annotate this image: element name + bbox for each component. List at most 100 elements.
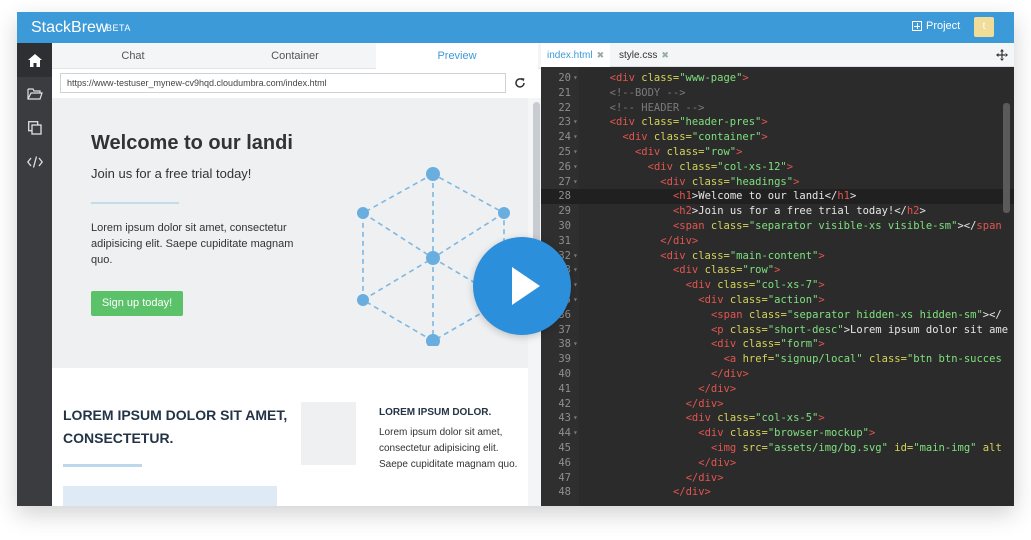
code-text: <div class="header-pres"> <box>609 116 768 129</box>
code-line[interactable]: 47 </div> <box>541 471 1014 486</box>
line-number: 25 <box>558 146 571 158</box>
files-button[interactable] <box>17 77 52 111</box>
hero-section: Welcome to our landi Join us for a free … <box>52 98 528 368</box>
code-line[interactable]: 36 <span class="separator hidden-xs hidde… <box>541 308 1014 323</box>
fold-icon[interactable]: ▾ <box>573 293 578 308</box>
code-text: </div> <box>685 471 724 484</box>
fold-icon[interactable]: ▾ <box>573 175 578 190</box>
close-icon[interactable]: ✖ <box>661 50 669 60</box>
copy-button[interactable] <box>17 111 52 145</box>
code-line[interactable]: 26 ▾ <div class="col-xs-12"> <box>541 160 1014 175</box>
content-section: LOREM IPSUM DOLOR SIT AMET, CONSECTETUR.… <box>52 368 528 506</box>
tab-index-html[interactable]: index.html ✖ <box>541 43 611 67</box>
code-text: <div class="headings"> <box>660 175 800 188</box>
line-number: 22 <box>558 101 571 114</box>
line-number: 43 <box>558 412 571 425</box>
avatar[interactable]: t <box>974 17 994 37</box>
code-line[interactable]: 33▾<div class="row"> <box>541 263 1014 278</box>
code-line[interactable]: 20 ▾ <div class="www-page"> <box>541 71 1014 86</box>
code-text: <div class="action"> <box>698 294 825 306</box>
code-line[interactable]: 41 </div> <box>541 382 1014 397</box>
url-input[interactable]: https://www-testuser_mynew-cv9hqd.cloudu… <box>60 73 506 93</box>
line-number: 30 <box>558 220 571 232</box>
beta-badge: BETA <box>106 23 131 33</box>
tab-chat[interactable]: Chat <box>52 43 214 69</box>
code-line[interactable]: 27 ▾ <div class="headings"> <box>541 175 1014 190</box>
code-line[interactable]: 38 ▾ <div class="form"> <box>541 337 1014 352</box>
tab-container[interactable]: Container <box>214 43 376 69</box>
project-button[interactable]: Project <box>912 20 960 32</box>
tab-preview[interactable]: Preview <box>376 43 538 69</box>
line-number: 42 <box>558 397 571 410</box>
signup-button[interactable]: Sign up today! <box>91 291 183 316</box>
code-line[interactable]: 35▾<div class="action"> <box>541 293 1014 308</box>
fold-icon[interactable]: ▾ <box>573 411 578 426</box>
code-line[interactable]: 21 <!--BODY --> <box>541 86 1014 101</box>
editor-scroll-thumb[interactable] <box>1003 103 1010 213</box>
code-line[interactable]: 29 <h2>Join us for a free trial today!</h… <box>541 204 1014 219</box>
tab-style-css[interactable]: style.css ✖ <box>613 43 675 67</box>
code-button[interactable] <box>17 145 52 179</box>
code-text: </div> <box>710 368 749 380</box>
code-line[interactable]: 44 ▾ <div class="browser-mockup"> <box>541 426 1014 441</box>
code-line[interactable]: 34▾<div class="col-xs-7"> <box>541 278 1014 293</box>
line-number: 41 <box>558 382 571 395</box>
line-number: 23 <box>558 116 571 129</box>
code-line[interactable]: 23 ▾ <div class="header-pres"> <box>541 115 1014 130</box>
code-text: <p class="short-desc">Lorem ipsum dolor … <box>710 323 1009 336</box>
code-line[interactable]: 46 </div> <box>541 456 1014 471</box>
code-text: <div class="form"> <box>710 338 825 351</box>
code-text: </div> <box>698 382 737 395</box>
fold-icon[interactable]: ▾ <box>573 426 578 441</box>
fold-icon[interactable]: ▾ <box>573 71 578 86</box>
code-line[interactable]: 39 <a href="signup/local" class="btn btn-… <box>541 352 1014 367</box>
play-button[interactable] <box>473 237 571 335</box>
fold-icon[interactable]: ▾ <box>573 145 578 160</box>
hero-title: Welcome to our landi <box>91 132 293 154</box>
fold-icon[interactable]: ▾ <box>573 337 578 352</box>
code-line[interactable]: 32 ▾ <div class="main-content"> <box>541 249 1014 264</box>
code-line[interactable]: 25 ▾ <div class="row"> <box>541 145 1014 160</box>
fold-icon[interactable]: ▾ <box>573 160 578 175</box>
app-window: StackBrew BETA Project t Chat Container … <box>17 12 1014 506</box>
code-text: <!-- HEADER --> <box>609 101 705 114</box>
move-icon[interactable] <box>996 48 1008 66</box>
code-text: <h1>Welcome to our landi</h1> <box>672 190 857 203</box>
code-text: </div> <box>685 397 724 410</box>
editor-panel: index.html ✖ style.css ✖ 20 ▾ <div class="ww… <box>541 43 1014 506</box>
code-line[interactable]: 45 <img src="assets/img/bg.svg" id="main-… <box>541 441 1014 456</box>
line-number: 29 <box>558 205 571 218</box>
hero-description: Lorem ipsum dolor sit amet, consectetur … <box>91 222 294 266</box>
code-line[interactable]: 22 <!-- HEADER --> <box>541 101 1014 116</box>
code-line[interactable]: 28 <h1>Welcome to our landi</h1> <box>541 189 1014 205</box>
tab-style-css-label: style.css <box>619 50 658 61</box>
close-icon[interactable]: ✖ <box>597 50 605 60</box>
line-number: 27 <box>558 175 571 188</box>
code-line[interactable]: 24 ▾ <div class="container"> <box>541 130 1014 145</box>
code-line[interactable]: 43 ▾ <div class="col-xs-5"> <box>541 411 1014 426</box>
home-button[interactable] <box>17 43 52 77</box>
fold-icon[interactable]: ▾ <box>573 115 578 130</box>
code-line[interactable]: 37 <p class="short-desc">Lorem ipsum dolo… <box>541 323 1014 338</box>
reload-button[interactable] <box>510 73 530 93</box>
fold-icon[interactable]: ▾ <box>573 249 578 264</box>
tab-index-html-label: index.html <box>547 50 593 61</box>
content-box <box>63 486 277 506</box>
fold-icon[interactable]: ▾ <box>573 130 578 145</box>
sidebar <box>17 43 52 506</box>
fold-icon[interactable]: ▾ <box>573 278 578 293</box>
code-editor[interactable]: 20 ▾ <div class="www-page"> 21 <!--BODY --> 2… <box>541 67 1014 506</box>
code-line[interactable]: 48 </div> <box>541 485 1014 500</box>
code-text: <div class="main-content"> <box>660 249 825 262</box>
hero-subtitle: Join us for a free trial today! <box>91 166 252 181</box>
code-text: <div class="col-xs-7"> <box>685 279 825 292</box>
code-line[interactable]: 31 </div> <box>541 234 1014 249</box>
line-number: 44 <box>558 427 571 440</box>
code-text: </div> <box>698 456 737 469</box>
line-number: 46 <box>558 456 571 469</box>
fold-icon[interactable]: ▾ <box>573 263 578 278</box>
code-line[interactable]: 30 <span class="separator visible-xs visi… <box>541 219 1014 234</box>
reload-icon <box>515 78 525 88</box>
code-line[interactable]: 42 </div> <box>541 397 1014 412</box>
code-line[interactable]: 40 </div> <box>541 367 1014 382</box>
